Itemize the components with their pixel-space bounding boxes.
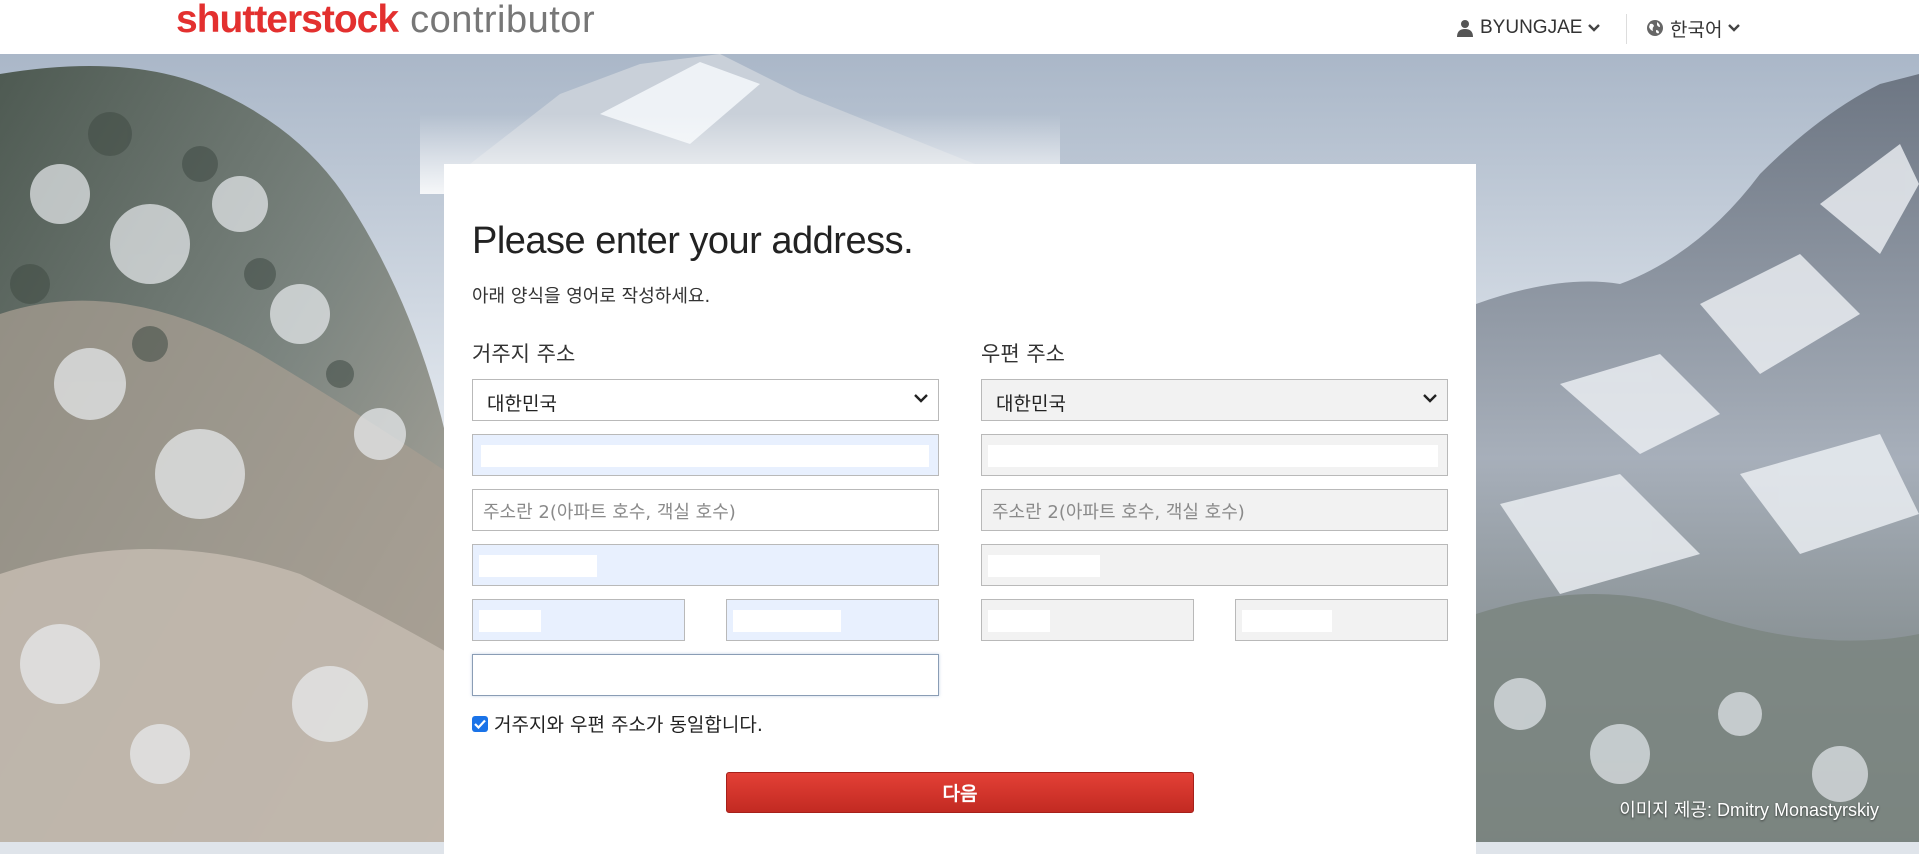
residence-city-input[interactable] <box>472 544 939 586</box>
mailing-address2-placeholder: 주소란 2(아파트 호수, 객실 호수) <box>992 502 1245 523</box>
globe-icon <box>1647 20 1663 36</box>
mailing-address1-input[interactable] <box>981 434 1448 476</box>
page-subtitle: 아래 양식을 영어로 작성하세요. <box>472 286 711 307</box>
residence-postal-code-input[interactable] <box>726 599 939 641</box>
language-menu[interactable]: 한국어 <box>1646 14 1746 42</box>
residence-extra-input[interactable] <box>472 654 939 696</box>
residence-address2-placeholder: 주소란 2(아파트 호수, 객실 호수) <box>483 502 736 523</box>
top-navbar: shutterstock contributor BYUNGJAE 한국어 <box>0 0 1919 54</box>
user-menu[interactable]: BYUNGJAE <box>1456 14 1606 42</box>
language-label: 한국어 <box>1670 19 1723 41</box>
same-address-label: 거주지와 우편 주소가 동일합니다. <box>494 714 763 736</box>
autofill-value-mask <box>479 555 597 577</box>
chevron-down-icon <box>1423 394 1437 403</box>
autofill-value-mask <box>479 610 541 632</box>
value-mask <box>988 445 1438 467</box>
logo-sub-text: contributor <box>410 0 596 41</box>
residence-address-heading: 거주지 주소 <box>472 342 576 366</box>
image-credit: 이미지 제공: Dmitry Monastyrskiy <box>1619 800 1879 820</box>
value-mask <box>988 555 1100 577</box>
mailing-country-value: 대한민국 <box>996 393 1066 415</box>
value-mask <box>1242 610 1332 632</box>
page-title: Please enter your address. <box>472 220 914 262</box>
user-name: BYUNGJAE <box>1480 17 1583 38</box>
autofill-value-mask <box>481 445 929 467</box>
residence-country-value: 대한민국 <box>487 393 557 415</box>
same-address-option: 거주지와 우편 주소가 동일합니다. <box>472 710 763 737</box>
residence-country-select[interactable]: 대한민국 <box>472 379 939 421</box>
chevron-down-icon <box>1728 24 1741 32</box>
residence-state-input[interactable] <box>472 599 685 641</box>
user-icon <box>1457 20 1473 37</box>
checkmark-icon <box>474 719 486 729</box>
logo-brand-text: shutterstock <box>176 0 399 41</box>
next-button[interactable]: 다음 <box>726 772 1194 813</box>
address-form-card: Please enter your address. 아래 양식을 영어로 작성… <box>444 164 1476 854</box>
residence-address1-input[interactable] <box>472 434 939 476</box>
mailing-state-input[interactable] <box>981 599 1194 641</box>
header-divider <box>1626 14 1627 44</box>
mailing-address-heading: 우편 주소 <box>981 342 1065 366</box>
autofill-value-mask <box>733 610 841 632</box>
value-mask <box>988 610 1050 632</box>
mailing-address2-input[interactable]: 주소란 2(아파트 호수, 객실 호수) <box>981 489 1448 531</box>
mailing-city-input[interactable] <box>981 544 1448 586</box>
chevron-down-icon <box>1588 24 1601 32</box>
same-address-checkbox[interactable] <box>472 715 488 732</box>
mailing-country-select[interactable]: 대한민국 <box>981 379 1448 421</box>
mailing-postal-code-input[interactable] <box>1235 599 1448 641</box>
chevron-down-icon <box>914 394 928 403</box>
residence-address2-input[interactable]: 주소란 2(아파트 호수, 객실 호수) <box>472 489 939 531</box>
shutterstock-contributor-logo[interactable]: shutterstock contributor <box>176 0 595 42</box>
